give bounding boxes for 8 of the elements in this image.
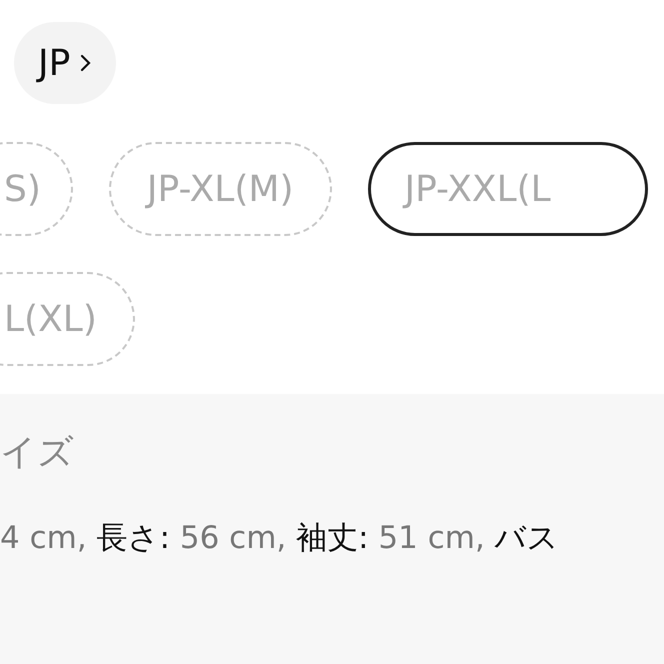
details-title: イズ [0,431,75,475]
size-chip[interactable]: L(XL) [0,272,135,366]
chevron-right-icon [80,54,92,72]
measurements-text: 4 cm, 長さ: 56 cm, 袖丈: 51 cm, バス [0,519,560,558]
size-chip[interactable]: JP-XXL(L [368,142,648,236]
size-chip[interactable]: JP-XL(M) [108,142,332,236]
region-button[interactable]: JP [14,22,116,104]
size-chip[interactable]: S) [0,142,73,236]
